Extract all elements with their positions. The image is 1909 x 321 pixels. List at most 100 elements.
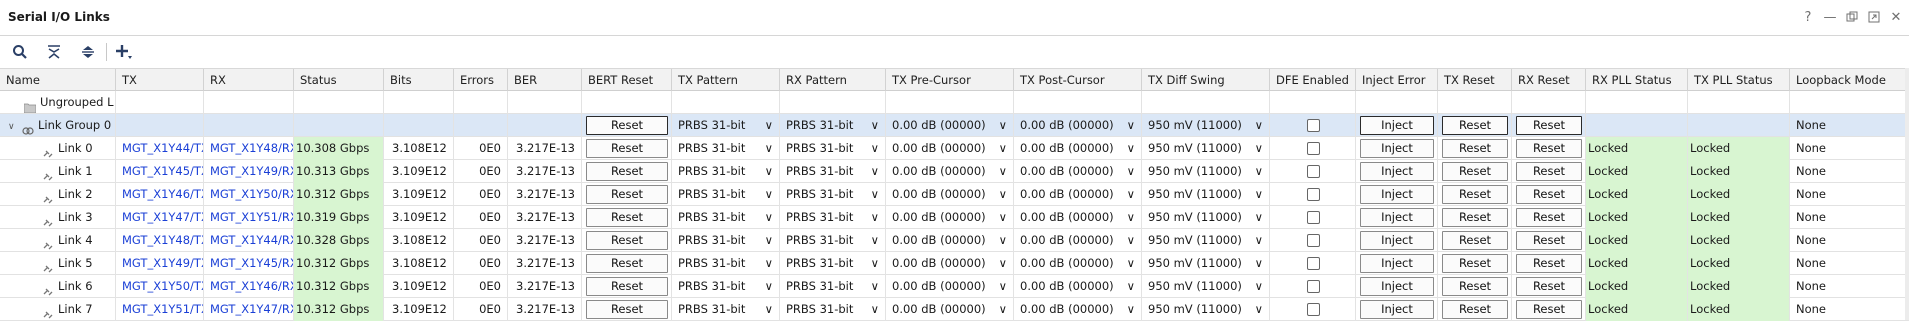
tx-diff-swing-dropdown[interactable]: 950 mV (11000) ∨: [1142, 206, 1270, 229]
column-header[interactable]: TX Pre-Cursor: [886, 69, 1014, 92]
tx-pattern-dropdown[interactable]: PRBS 31-bit ∨: [672, 183, 780, 206]
column-header[interactable]: Inject Error: [1356, 69, 1438, 92]
rx-link[interactable]: MGT_X1Y50/RX: [204, 183, 294, 206]
inject-error-button[interactable]: Inject: [1360, 139, 1434, 158]
dfe-enabled-checkbox[interactable]: [1307, 165, 1320, 178]
column-header[interactable]: TX: [116, 69, 204, 92]
table-row[interactable]: Link 1 MGT_X1Y45/TX MGT_X1Y49/RX 10.313 Gbp…: [0, 160, 1909, 183]
close-icon[interactable]: ✕: [1889, 9, 1903, 25]
chevron-down-icon[interactable]: ∨: [765, 137, 773, 159]
tx-post-cursor-dropdown[interactable]: 0.00 dB (00000) ∨: [1014, 114, 1142, 137]
help-icon[interactable]: ?: [1801, 9, 1815, 25]
dfe-enabled-checkbox[interactable]: [1307, 119, 1320, 132]
tx-link[interactable]: MGT_X1Y50/TX: [116, 275, 204, 298]
column-header[interactable]: RX PLL Status: [1586, 69, 1688, 92]
tx-pattern-dropdown[interactable]: PRBS 31-bit ∨: [672, 137, 780, 160]
chevron-down-icon[interactable]: ∨: [999, 298, 1007, 320]
tx-diff-swing-dropdown[interactable]: 950 mV (11000) ∨: [1142, 298, 1270, 321]
column-header[interactable]: Loopback Mode: [1790, 69, 1909, 92]
chevron-down-icon[interactable]: ∨: [999, 137, 1007, 159]
rx-link[interactable]: MGT_X1Y49/RX: [204, 160, 294, 183]
tx-post-cursor-dropdown[interactable]: 0.00 dB (00000) ∨: [1014, 206, 1142, 229]
bert-reset-button[interactable]: Reset: [586, 139, 668, 158]
tx-reset-button[interactable]: Reset: [1442, 139, 1508, 158]
chevron-down-icon[interactable]: ∨: [765, 114, 773, 136]
chevron-down-icon[interactable]: ∨: [999, 160, 1007, 182]
tx-pre-cursor-dropdown[interactable]: 0.00 dB (00000) ∨: [886, 229, 1014, 252]
tx-pattern-dropdown[interactable]: PRBS 31-bit ∨: [672, 114, 780, 137]
tx-pre-cursor-dropdown[interactable]: 0.00 dB (00000) ∨: [886, 252, 1014, 275]
inject-error-button[interactable]: Inject: [1360, 254, 1434, 273]
tx-reset-button[interactable]: Reset: [1442, 231, 1508, 250]
expand-all-icon[interactable]: [76, 40, 100, 64]
loopback-mode-dropdown[interactable]: None: [1790, 206, 1909, 229]
column-header[interactable]: TX Diff Swing: [1142, 69, 1270, 92]
chevron-down-icon[interactable]: ∨: [765, 160, 773, 182]
dfe-enabled-checkbox[interactable]: [1307, 234, 1320, 247]
chevron-down-icon[interactable]: ∨: [871, 137, 879, 159]
rx-reset-button[interactable]: Reset: [1516, 277, 1582, 296]
rx-link[interactable]: MGT_X1Y47/RX: [204, 298, 294, 321]
chevron-down-icon[interactable]: ∨: [999, 275, 1007, 297]
chevron-down-icon[interactable]: ∨: [999, 114, 1007, 136]
chevron-down-icon[interactable]: ∨: [999, 252, 1007, 274]
chevron-down-icon[interactable]: ∨: [765, 206, 773, 228]
rx-pattern-dropdown[interactable]: PRBS 31-bit ∨: [780, 206, 886, 229]
chevron-down-icon[interactable]: ∨: [1255, 298, 1263, 320]
table-row[interactable]: Link 3 MGT_X1Y47/TX MGT_X1Y51/RX 10.319 Gbp…: [0, 206, 1909, 229]
tx-diff-swing-dropdown[interactable]: 950 mV (11000) ∨: [1142, 114, 1270, 137]
chevron-down-icon[interactable]: ∨: [1127, 160, 1135, 182]
collapse-all-icon[interactable]: [42, 40, 66, 64]
rx-pattern-dropdown[interactable]: PRBS 31-bit ∨: [780, 137, 886, 160]
loopback-mode-dropdown[interactable]: None: [1790, 298, 1909, 321]
loopback-mode-dropdown[interactable]: None: [1790, 183, 1909, 206]
chevron-down-icon[interactable]: ∨: [1127, 252, 1135, 274]
rx-link[interactable]: MGT_X1Y45/RX: [204, 252, 294, 275]
column-header[interactable]: TX Pattern: [672, 69, 780, 92]
rx-pattern-dropdown[interactable]: PRBS 31-bit ∨: [780, 160, 886, 183]
bert-reset-button[interactable]: Reset: [586, 116, 668, 135]
rx-reset-button[interactable]: Reset: [1516, 185, 1582, 204]
inject-error-button[interactable]: Inject: [1360, 162, 1434, 181]
tx-diff-swing-dropdown[interactable]: 950 mV (11000) ∨: [1142, 183, 1270, 206]
tree-row-link-group[interactable]: ∨ Link Group 0 Reset PRBS 31-bit ∨ PRBS 31-bi…: [0, 114, 1909, 137]
loopback-mode-dropdown[interactable]: None: [1790, 160, 1909, 183]
float-icon[interactable]: [1867, 9, 1881, 25]
tx-diff-swing-dropdown[interactable]: 950 mV (11000) ∨: [1142, 275, 1270, 298]
tx-post-cursor-dropdown[interactable]: 0.00 dB (00000) ∨: [1014, 298, 1142, 321]
rx-link[interactable]: MGT_X1Y51/RX: [204, 206, 294, 229]
chevron-down-icon[interactable]: ∨: [1255, 114, 1263, 136]
tx-pre-cursor-dropdown[interactable]: 0.00 dB (00000) ∨: [886, 114, 1014, 137]
rx-pattern-dropdown[interactable]: PRBS 31-bit ∨: [780, 275, 886, 298]
rx-link[interactable]: MGT_X1Y44/RX: [204, 229, 294, 252]
inject-error-button[interactable]: Inject: [1360, 185, 1434, 204]
tx-reset-button[interactable]: Reset: [1442, 116, 1508, 135]
restore-icon[interactable]: [1845, 9, 1859, 25]
chevron-down-icon[interactable]: ∨: [765, 183, 773, 205]
rx-reset-button[interactable]: Reset: [1516, 116, 1582, 135]
rx-pattern-dropdown[interactable]: PRBS 31-bit ∨: [780, 183, 886, 206]
tx-pre-cursor-dropdown[interactable]: 0.00 dB (00000) ∨: [886, 298, 1014, 321]
tx-diff-swing-dropdown[interactable]: 950 mV (11000) ∨: [1142, 229, 1270, 252]
bert-reset-button[interactable]: Reset: [586, 277, 668, 296]
loopback-mode-dropdown[interactable]: None: [1790, 114, 1909, 137]
tx-link[interactable]: MGT_X1Y46/TX: [116, 183, 204, 206]
tx-pattern-dropdown[interactable]: PRBS 31-bit ∨: [672, 160, 780, 183]
table-row[interactable]: Link 6 MGT_X1Y50/TX MGT_X1Y46/RX 10.312 Gbp…: [0, 275, 1909, 298]
expand-toggle-icon[interactable]: ∨: [8, 116, 18, 137]
chevron-down-icon[interactable]: ∨: [765, 252, 773, 274]
chevron-down-icon[interactable]: ∨: [871, 275, 879, 297]
chevron-down-icon[interactable]: ∨: [765, 275, 773, 297]
minimize-icon[interactable]: —: [1823, 9, 1837, 25]
column-header[interactable]: RX: [204, 69, 294, 92]
column-header[interactable]: BER: [508, 69, 582, 92]
column-header[interactable]: RX Reset: [1512, 69, 1586, 92]
bert-reset-button[interactable]: Reset: [586, 231, 668, 250]
chevron-down-icon[interactable]: ∨: [1127, 275, 1135, 297]
column-header[interactable]: TX Post-Cursor: [1014, 69, 1142, 92]
tx-post-cursor-dropdown[interactable]: 0.00 dB (00000) ∨: [1014, 137, 1142, 160]
chevron-down-icon[interactable]: ∨: [1127, 206, 1135, 228]
tx-pre-cursor-dropdown[interactable]: 0.00 dB (00000) ∨: [886, 160, 1014, 183]
chevron-down-icon[interactable]: ∨: [1255, 160, 1263, 182]
column-header[interactable]: RX Pattern: [780, 69, 886, 92]
